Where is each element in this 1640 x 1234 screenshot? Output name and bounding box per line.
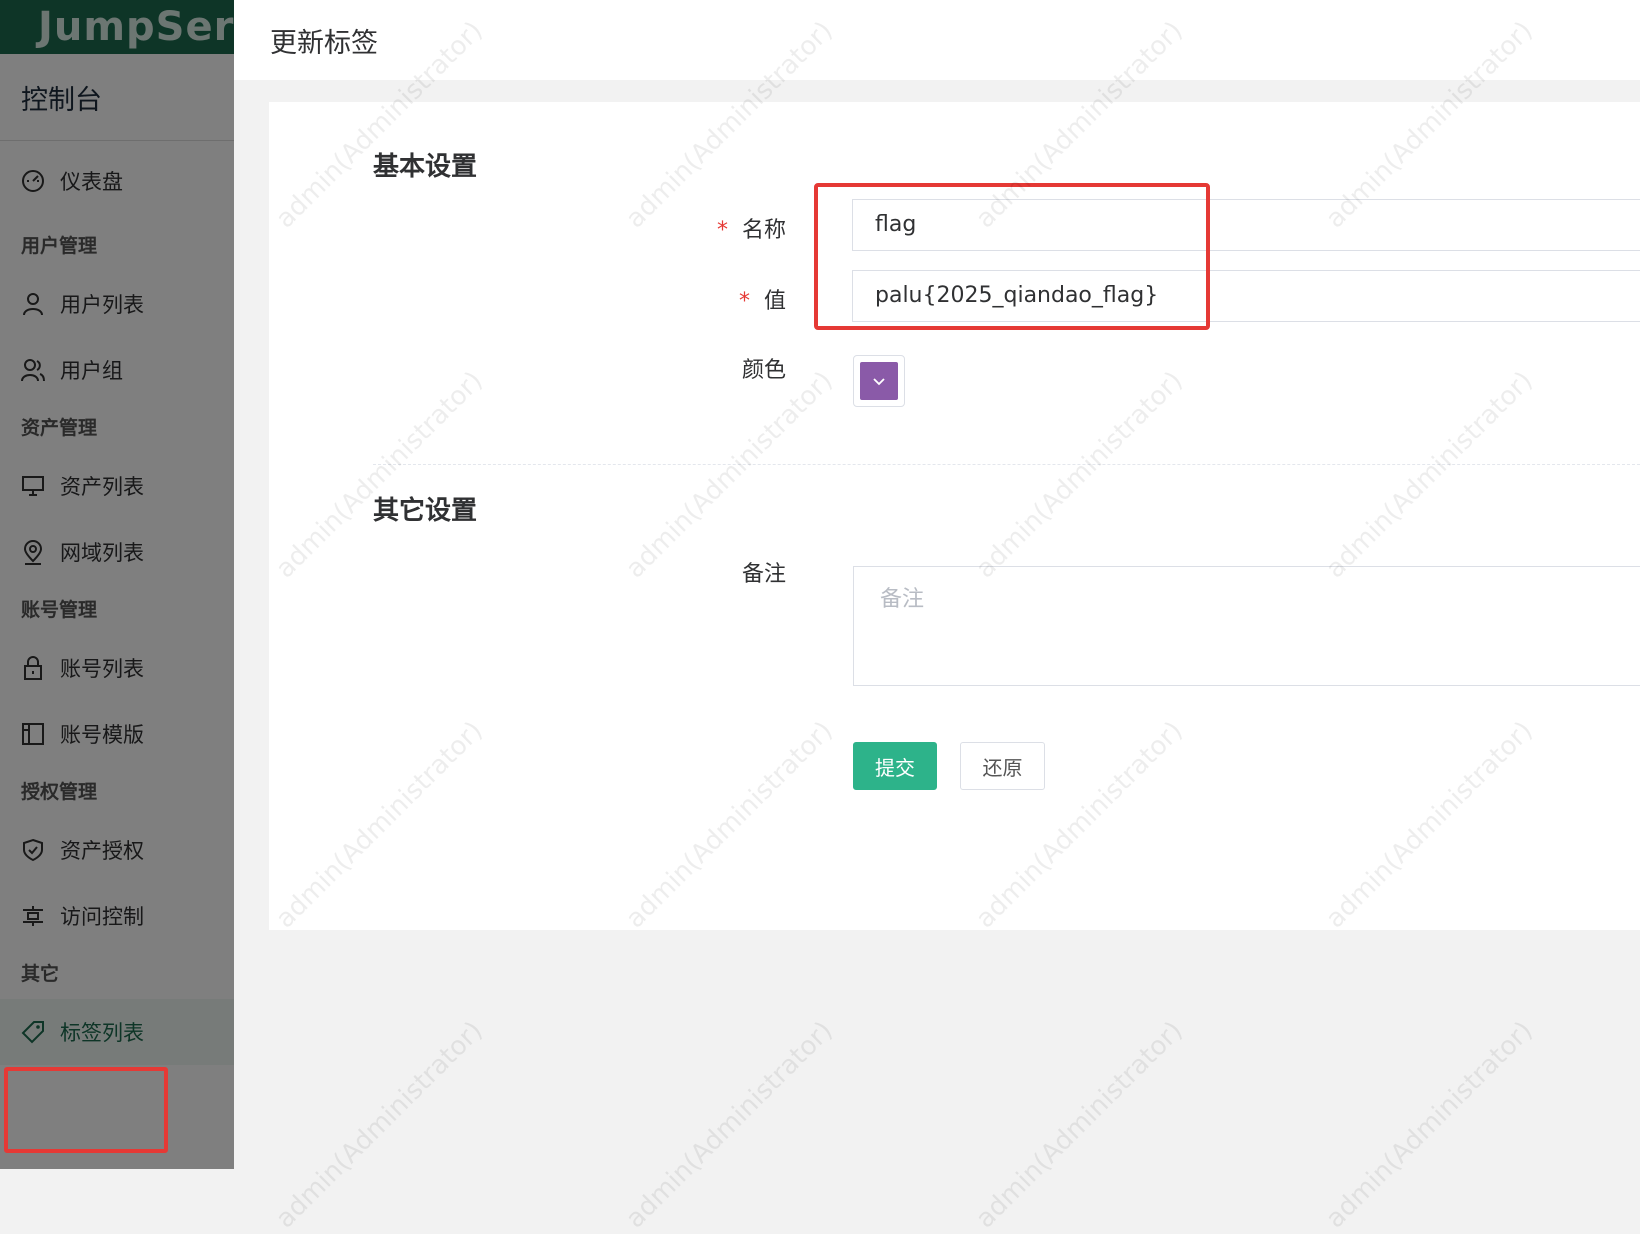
group-title-users: 用户管理 [21,235,98,257]
group-title-perms: 授权管理 [21,781,98,803]
sidebar-item-user-group[interactable]: 用户组 [0,337,234,403]
console-title[interactable]: 控制台 [0,54,234,141]
brand-header[interactable]: JumpSer [0,0,234,54]
required-mark: * [738,289,750,314]
value-input-value: palu{2025_qiandao_flag} [875,283,1159,308]
access-control-icon [23,906,43,926]
group-title-other: 其它 [21,963,60,985]
name-label: * 名称 [716,218,786,243]
form-card: 基本设置 * 名称 flag * 值 palu{2025_qiandao_flag}… [269,102,1640,930]
user-group-icon [21,359,45,382]
drawer-title: 更新标签 [234,0,1640,80]
sidebar-item-label: 网域列表 [60,541,144,565]
tag-icon [21,1021,44,1044]
submit-button[interactable]: 提交 [853,742,937,790]
section-basic-settings: 基本设置 [373,152,478,182]
group-title-accounts: 账号管理 [21,599,98,621]
sidebar-item-asset-permission[interactable]: 资产授权 [0,817,234,883]
sidebar: JumpSer 控制台 仪表盘 用户管理 用户列表 用户组 资产管理 资产列表 … [0,0,234,1169]
shield-check-icon [23,838,43,862]
sidebar-item-access-control[interactable]: 访问控制 [0,883,234,949]
comment-textarea[interactable]: 备注 [853,566,1640,686]
sidebar-item-label: 资产授权 [60,839,144,863]
group-title-assets: 资产管理 [21,417,98,439]
edit-tag-drawer: 更新标签 基本设置 * 名称 flag * 值 palu{2025_qiandao_… [234,0,1640,1169]
sidebar-item-label: 用户组 [60,359,123,383]
sidebar-item-label: 用户列表 [60,293,144,317]
color-label: 颜色 [741,358,786,383]
dashboard-icon [22,170,44,192]
sidebar-item-label: 账号列表 [60,657,144,681]
value-field[interactable]: palu{2025_qiandao_flag} [852,270,1640,322]
reset-button[interactable]: 还原 [960,742,1045,790]
sidebar-item-tag-list[interactable]: 标签列表 [0,999,234,1065]
location-icon [23,540,43,565]
sidebar-item-label: 资产列表 [60,475,144,499]
sidebar-item-label: 账号模版 [60,723,144,747]
color-swatch [860,362,898,400]
template-icon [22,723,44,745]
section-other-settings: 其它设置 [373,496,478,526]
sidebar-item-dashboard[interactable]: 仪表盘 [0,141,234,221]
required-mark: * [716,218,728,243]
sidebar-item-label: 访问控制 [60,905,144,929]
comment-label: 备注 [741,562,786,587]
sidebar-item-domain-list[interactable]: 网域列表 [0,519,234,585]
section-divider [373,464,1640,465]
sidebar-item-account-list[interactable]: 账号列表 [0,635,234,701]
sidebar-menu: 仪表盘 用户管理 用户列表 用户组 资产管理 资产列表 网域列表 账号管理 账号… [0,141,234,1065]
monitor-icon [22,476,44,496]
sidebar-item-user-list[interactable]: 用户列表 [0,271,234,337]
sidebar-item-asset-list[interactable]: 资产列表 [0,453,234,519]
user-icon [23,293,43,316]
brand-name: JumpSer [38,4,234,50]
name-field[interactable]: flag [852,199,1640,251]
sidebar-item-account-template[interactable]: 账号模版 [0,701,234,767]
comment-placeholder: 备注 [880,587,925,612]
value-label: * 值 [738,289,786,314]
color-picker[interactable] [853,355,905,407]
sidebar-item-label: 标签列表 [60,1021,144,1045]
sidebar-item-label: 仪表盘 [60,170,123,194]
chevron-down-icon [873,378,885,386]
name-input-value: flag [875,212,917,237]
lock-icon [24,656,42,680]
